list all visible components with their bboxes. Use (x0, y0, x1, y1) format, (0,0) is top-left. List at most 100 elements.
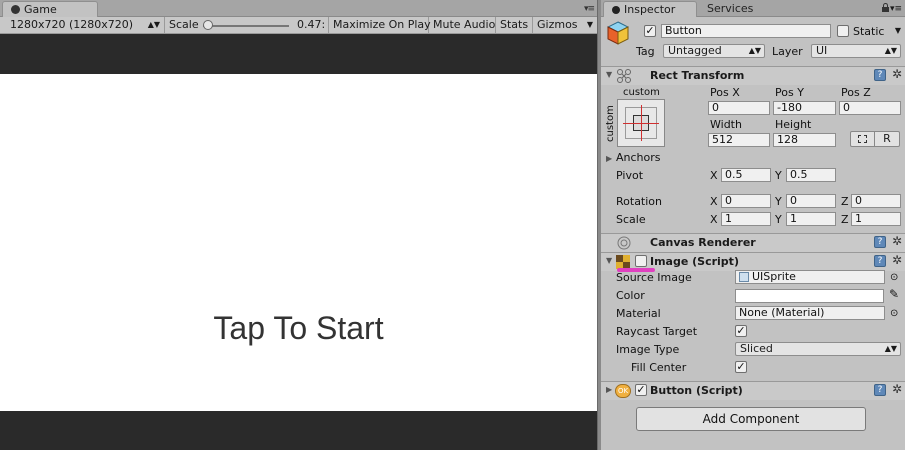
rect-transform-icon (617, 69, 631, 83)
maximize-on-play-button[interactable]: Maximize On Play (329, 17, 431, 34)
active-checkbox[interactable]: ✓ (644, 25, 656, 37)
rect-transform-title: Rect Transform (650, 69, 745, 82)
dropdown-arrow-icon: ▲▼ (884, 46, 897, 55)
inspector-panel: Inspector Services ▾≡ ✓ Button Static ▼ … (601, 0, 905, 450)
width-label: Width (710, 118, 742, 131)
anchor-preset-label: custom (623, 87, 660, 98)
pos-z-label: Pos Z (841, 86, 871, 99)
pos-z-field[interactable]: 0 (839, 101, 901, 115)
game-view: Game ▾≡ 1280x720 (1280x720) ▲▼ Scale 0.4… (0, 0, 597, 450)
layer-dropdown[interactable]: UI ▲▼ (811, 44, 901, 58)
image-type-value: Sliced (740, 342, 773, 355)
button-component-icon: OK (615, 384, 631, 398)
mute-audio-button[interactable]: Mute Audio (429, 17, 496, 34)
fill-center-checkbox[interactable]: ✓ (735, 361, 747, 373)
tab-services[interactable]: Services (707, 1, 753, 16)
button-enabled-checkbox[interactable]: ✓ (635, 384, 647, 396)
dropdown-arrow-icon: ▲▼ (748, 46, 761, 55)
raw-edit-button[interactable]: R (875, 131, 900, 147)
source-image-label: Source Image (616, 271, 692, 284)
width-field[interactable]: 512 (708, 133, 770, 147)
blueprint-mode-button[interactable] (850, 131, 875, 147)
game-tab-bar: Game ▾≡ (0, 0, 597, 17)
image-component-title: Image (Script) (650, 255, 739, 268)
image-type-dropdown[interactable]: Sliced ▲▼ (735, 342, 901, 356)
raycast-target-checkbox[interactable]: ✓ (735, 325, 747, 337)
tab-inspector[interactable]: Inspector (603, 1, 697, 17)
scale-slider-thumb[interactable] (203, 20, 214, 30)
material-field[interactable]: None (Material) (735, 306, 885, 320)
button-component-header[interactable]: ▶ OK ✓ Button (Script) ? ✲ (601, 381, 905, 400)
tap-to-start-text: Tap To Start (213, 310, 384, 346)
image-component-header[interactable]: ▼ Image (Script) ? ✲ (601, 252, 905, 272)
static-checkbox[interactable] (837, 25, 849, 37)
gizmos-dropdown[interactable]: Gizmos ▼ (533, 17, 597, 34)
rotation-y-field[interactable]: 0 (786, 194, 836, 208)
color-label: Color (616, 289, 645, 302)
pivot-x-field[interactable]: 0.5 (721, 168, 771, 182)
help-icon[interactable]: ? (874, 69, 886, 81)
rotation-label: Rotation (616, 195, 663, 208)
scale-label: Scale (616, 213, 646, 226)
resolution-dropdown[interactable]: 1280x720 (1280x720) ▲▼ (0, 17, 165, 34)
object-name-field[interactable]: Button (661, 24, 831, 38)
help-icon[interactable]: ? (874, 236, 886, 248)
scale-y-field[interactable]: 1 (786, 212, 836, 226)
scale-z-field[interactable]: 1 (851, 212, 901, 226)
rotation-x-field[interactable]: 0 (721, 194, 771, 208)
scale-x-axis-label: X (710, 213, 718, 226)
rect-transform-header[interactable]: ▼ Rect Transform ? ✲ (601, 66, 905, 85)
height-label: Height (775, 118, 812, 131)
color-swatch[interactable] (735, 289, 884, 303)
anchor-side-label: custom (605, 105, 616, 142)
object-picker-icon[interactable]: ⊙ (890, 271, 898, 284)
sprite-icon (739, 272, 749, 282)
scale-z-axis-label: Z (841, 213, 849, 226)
panel-menu-icon[interactable]: ▾≡ (584, 4, 595, 14)
image-enabled-checkbox[interactable] (635, 255, 647, 267)
rotation-z-field[interactable]: 0 (851, 194, 901, 208)
scale-x-field[interactable]: 1 (721, 212, 771, 226)
help-icon[interactable]: ? (874, 384, 886, 396)
anchor-presets-button[interactable] (617, 99, 665, 147)
lock-icon[interactable] (882, 3, 889, 12)
rotation-z-axis-label: Z (841, 195, 849, 208)
scale-y-axis-label: Y (775, 213, 782, 226)
game-canvas[interactable]: Tap To Start (0, 74, 597, 411)
add-component-button[interactable]: Add Component (636, 407, 866, 431)
gear-icon[interactable]: ✲ (892, 253, 902, 267)
pivot-y-field[interactable]: 0.5 (786, 168, 836, 182)
foldout-arrow-icon[interactable]: ▼ (606, 256, 612, 265)
eyedropper-icon[interactable]: ✎ (889, 288, 899, 301)
source-image-field[interactable]: UISprite (735, 270, 885, 284)
tab-game[interactable]: Game (2, 1, 98, 17)
pos-x-field[interactable]: 0 (708, 101, 770, 115)
height-field[interactable]: 128 (773, 133, 836, 147)
gear-icon[interactable]: ✲ (892, 382, 902, 396)
gear-icon[interactable]: ✲ (892, 67, 902, 81)
gear-icon[interactable]: ✲ (892, 234, 902, 248)
pivot-x-axis-label: X (710, 169, 718, 182)
scale-slider-track[interactable] (203, 25, 289, 27)
object-picker-icon[interactable]: ⊙ (890, 307, 898, 320)
tab-game-label: Game (24, 3, 57, 16)
panel-menu-icon[interactable]: ▾≡ (890, 4, 902, 14)
layer-value: UI (816, 44, 828, 57)
pivot-y-axis-label: Y (775, 169, 782, 182)
pos-y-field[interactable]: -180 (773, 101, 836, 115)
anchors-foldout-icon[interactable]: ▶ (606, 152, 612, 165)
canvas-renderer-title: Canvas Renderer (650, 236, 756, 249)
foldout-arrow-icon[interactable]: ▶ (606, 385, 612, 394)
stats-button[interactable]: Stats (496, 17, 533, 34)
scale-control: Scale 0.47: (165, 17, 329, 34)
foldout-arrow-icon[interactable]: ▼ (606, 70, 612, 79)
dropdown-arrow-icon: ▲▼ (884, 344, 897, 353)
tag-label: Tag (636, 45, 655, 58)
tag-dropdown[interactable]: Untagged ▲▼ (663, 44, 765, 58)
anchors-label[interactable]: Anchors (616, 151, 661, 164)
canvas-renderer-header[interactable]: Canvas Renderer ? ✲ (601, 233, 905, 252)
static-dropdown[interactable]: ▼ (891, 25, 901, 39)
dropdown-arrow-icon: ▲▼ (147, 20, 160, 29)
help-icon[interactable]: ? (874, 255, 886, 267)
pos-y-label: Pos Y (775, 86, 804, 99)
